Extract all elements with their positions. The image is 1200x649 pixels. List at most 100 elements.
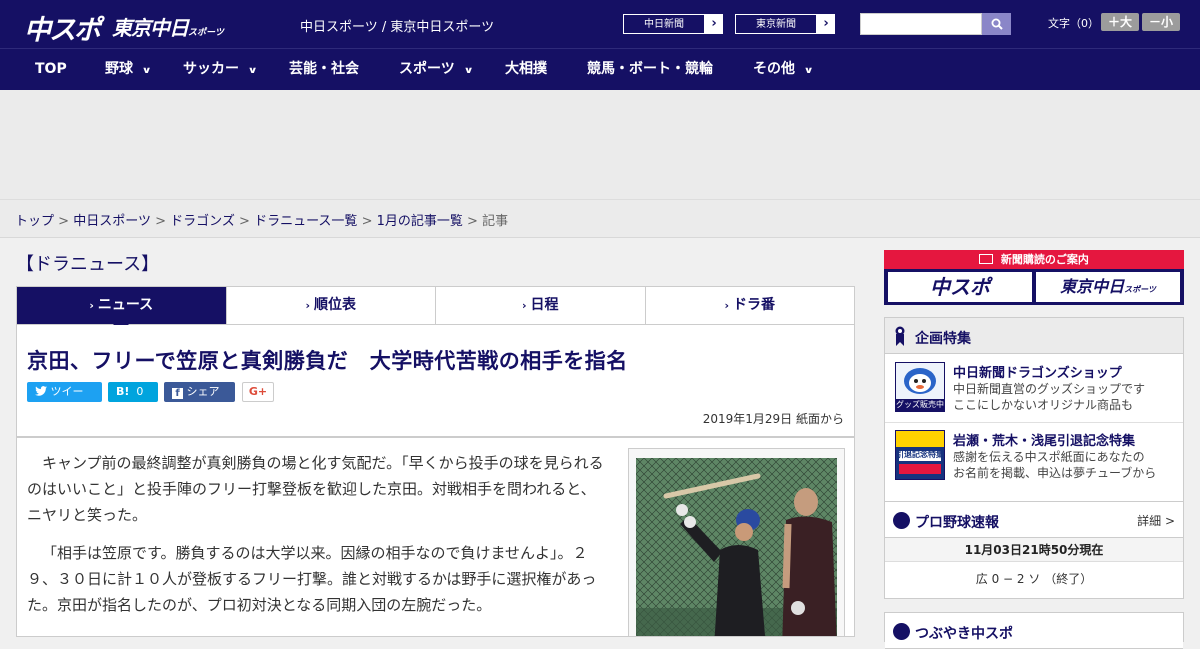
breadcrumb: トップ > 中日スポーツ > ドラゴンズ > ドラニュース一覧 > 1月の記事一… [15, 210, 508, 229]
article-body: キャンプ前の最終調整が真剣勝負の場と化す気配だ。「早くから投手の球を見られるのは… [16, 437, 855, 637]
features-header: 企画特集 [885, 318, 1183, 354]
subscription-banner[interactable]: 新聞購読のご案内 中スポ 東京中日スポーツ [884, 250, 1184, 305]
tab-label: 順位表 [314, 297, 357, 313]
facebook-icon: f [172, 388, 183, 399]
thumb-caption: 引退記念特集 [896, 450, 944, 459]
subscription-header: 新聞購読のご案内 [884, 250, 1184, 269]
breadcrumb-separator: > [239, 214, 250, 229]
nav-racing[interactable]: 競馬・ボート・競輪 [587, 49, 713, 91]
font-smaller-button[interactable]: －小 [1142, 13, 1180, 31]
breadcrumb-link-top[interactable]: トップ [15, 214, 54, 229]
nav-label: スポーツ [399, 61, 455, 77]
baseball-icon [893, 512, 910, 529]
promo-dragons-shop[interactable]: グッズ販売中 中日新聞ドラゴンズショップ 中日新聞直営のグッズショップです ここ… [895, 362, 1175, 414]
features-title: 企画特集 [915, 331, 971, 347]
nav-label: TOP [35, 61, 67, 77]
dragons-shop-thumbnail: グッズ販売中 [895, 362, 945, 412]
subscribe-chuspo-logo[interactable]: 中スポ [888, 272, 1032, 302]
tokyo-chunichi-logo[interactable]: 東京中日スポーツ [112, 12, 224, 41]
subscribe-tokyo-text: 東京中日 [1060, 277, 1125, 296]
facebook-label: シェア [186, 385, 220, 398]
article-photo-frame [628, 448, 845, 636]
nav-label: サッカー [183, 61, 239, 77]
nav-soccer[interactable]: サッカー ∨ [183, 49, 258, 91]
nav-label: 野球 [105, 61, 133, 77]
baseball-scores-more-link[interactable]: 詳細 > [1137, 512, 1175, 529]
main-nav: TOP 野球 ∨ サッカー ∨ 芸能・社会 スポーツ ∨ 大相撲 競馬・ボート・競輪 … [0, 48, 1200, 90]
section-title: 【ドラニュース】 [16, 254, 160, 275]
tsubuyaki-header: つぶやき中スポ [885, 613, 1183, 649]
nav-entertainment[interactable]: 芸能・社会 [289, 49, 359, 91]
tab-schedule[interactable]: › 日程 [436, 287, 646, 324]
hatena-bookmark-button[interactable]: B! 0 [108, 382, 158, 402]
font-larger-button[interactable]: ＋大 [1101, 13, 1139, 31]
article-dateline: 2019年1月29日 紙面から [702, 412, 844, 426]
gplus-share-button[interactable]: G+ [242, 382, 274, 402]
ribbon-icon [895, 326, 905, 346]
breadcrumb-link-dragons[interactable]: ドラゴンズ [170, 214, 235, 229]
nav-sports[interactable]: スポーツ ∨ [399, 49, 474, 91]
promo-description: 感謝を伝える中スポ紙面にあなたの お名前を掲載、申込は夢チューブから [953, 450, 1157, 480]
article-photo[interactable] [636, 458, 837, 636]
tab-standings[interactable]: › 順位表 [227, 287, 436, 324]
chevron-right-icon: › [89, 299, 94, 312]
chevron-down-icon: ∨ [463, 66, 474, 76]
tweet-button[interactable]: ツイート [27, 382, 102, 418]
ad-area [0, 90, 1200, 200]
twitter-icon [35, 386, 47, 396]
nav-sumo[interactable]: 大相撲 [505, 49, 547, 91]
tokyo-shimbun-link[interactable]: 東京新聞 › [734, 13, 836, 35]
breadcrumb-link-chuspo[interactable]: 中日スポーツ [73, 214, 151, 229]
promo-description: 中日新聞直営のグッズショップです ここにしかないオリジナル商品も [953, 382, 1146, 412]
article-paragraph: 「相手は笠原です。勝負するのは大学以来。因縁の相手なので負けませんよ」。２９、３… [27, 544, 597, 614]
promo-title: 岩瀬・荒木・浅尾引退記念特集 [953, 434, 1136, 449]
nav-top[interactable]: TOP [35, 49, 67, 91]
subscribe-tokyo-logo[interactable]: 東京中日スポーツ [1036, 272, 1180, 302]
tab-news[interactable]: › ニュース [17, 287, 227, 332]
chevron-down-icon: ∨ [803, 66, 814, 76]
batting-practice-photo [636, 458, 837, 636]
tokyo-logo-sub: スポーツ [188, 28, 224, 38]
baseball-scores-box: プロ野球速報 詳細 > 11月03日21時50分現在 広 0 − 2 ソ （終了… [884, 501, 1184, 599]
tab-label: ドラ番 [733, 297, 776, 313]
facebook-count: 0 [172, 405, 179, 418]
divider [885, 422, 1183, 423]
tab-label: 日程 [530, 297, 559, 313]
breadcrumb-current: 記事 [482, 214, 509, 229]
tab-reporter[interactable]: › ドラ番 [646, 287, 855, 324]
baseball-scores-title: プロ野球速報 [915, 515, 999, 531]
tsubuyaki-box: つぶやき中スポ [884, 612, 1184, 649]
chevron-right-icon: › [711, 16, 717, 31]
hatena-count: 0 [136, 385, 144, 398]
tsubuyaki-icon [893, 623, 910, 640]
article-paragraph: キャンプ前の最終調整が真剣勝負の場と化す気配だ。「早くから投手の球を見られるのは… [27, 454, 604, 524]
chuspo-logo[interactable]: 中スポ [24, 8, 101, 47]
article-headline: 京田、フリーで笠原と真剣勝負だ 大学時代苦戦の相手を指名 [27, 349, 628, 373]
site-tagline: 中日スポーツ / 東京中日スポーツ [300, 20, 495, 35]
font-size-label: 文字（0） [1048, 17, 1099, 30]
breadcrumb-link-january[interactable]: 1月の記事一覧 [377, 214, 463, 229]
baseball-scores-header: プロ野球速報 詳細 > [885, 502, 1183, 538]
subscription-header-label: 新聞購読のご案内 [1000, 253, 1089, 266]
nav-label: 芸能・社会 [289, 61, 359, 77]
breadcrumb-link-news-list[interactable]: ドラニュース一覧 [254, 214, 357, 229]
nav-other[interactable]: その他 ∨ [753, 49, 814, 91]
facebook-share-button[interactable]: f シェア 0 [164, 382, 235, 418]
breadcrumb-separator: > [361, 214, 373, 229]
search-button[interactable] [982, 13, 1011, 35]
dragons-tabs: › ニュース › 順位表 › 日程 › ドラ番 [16, 286, 855, 332]
promo-retirement-feature[interactable]: 引退記念特集 岩瀬・荒木・浅尾引退記念特集 感謝を伝える中スポ紙面にあなたの お… [895, 430, 1175, 482]
nav-label: その他 [753, 61, 795, 77]
subscribe-tokyo-sub: スポーツ [1124, 285, 1156, 294]
chunichi-shimbun-link[interactable]: 中日新聞 › [622, 13, 724, 35]
tsubuyaki-title: つぶやき中スポ [915, 626, 1013, 642]
search-icon [991, 18, 1003, 30]
promo-title: 中日新聞ドラゴンズショップ [953, 366, 1122, 381]
chevron-down-icon: ∨ [247, 66, 258, 76]
baseball-game-score[interactable]: 広 0 − 2 ソ （終了） [885, 562, 1183, 596]
chevron-right-icon: › [724, 299, 730, 312]
newspaper-icon [979, 254, 994, 264]
retirement-feature-thumbnail: 引退記念特集 [895, 430, 945, 480]
nav-baseball[interactable]: 野球 ∨ [105, 49, 152, 91]
search-input[interactable] [860, 13, 982, 35]
